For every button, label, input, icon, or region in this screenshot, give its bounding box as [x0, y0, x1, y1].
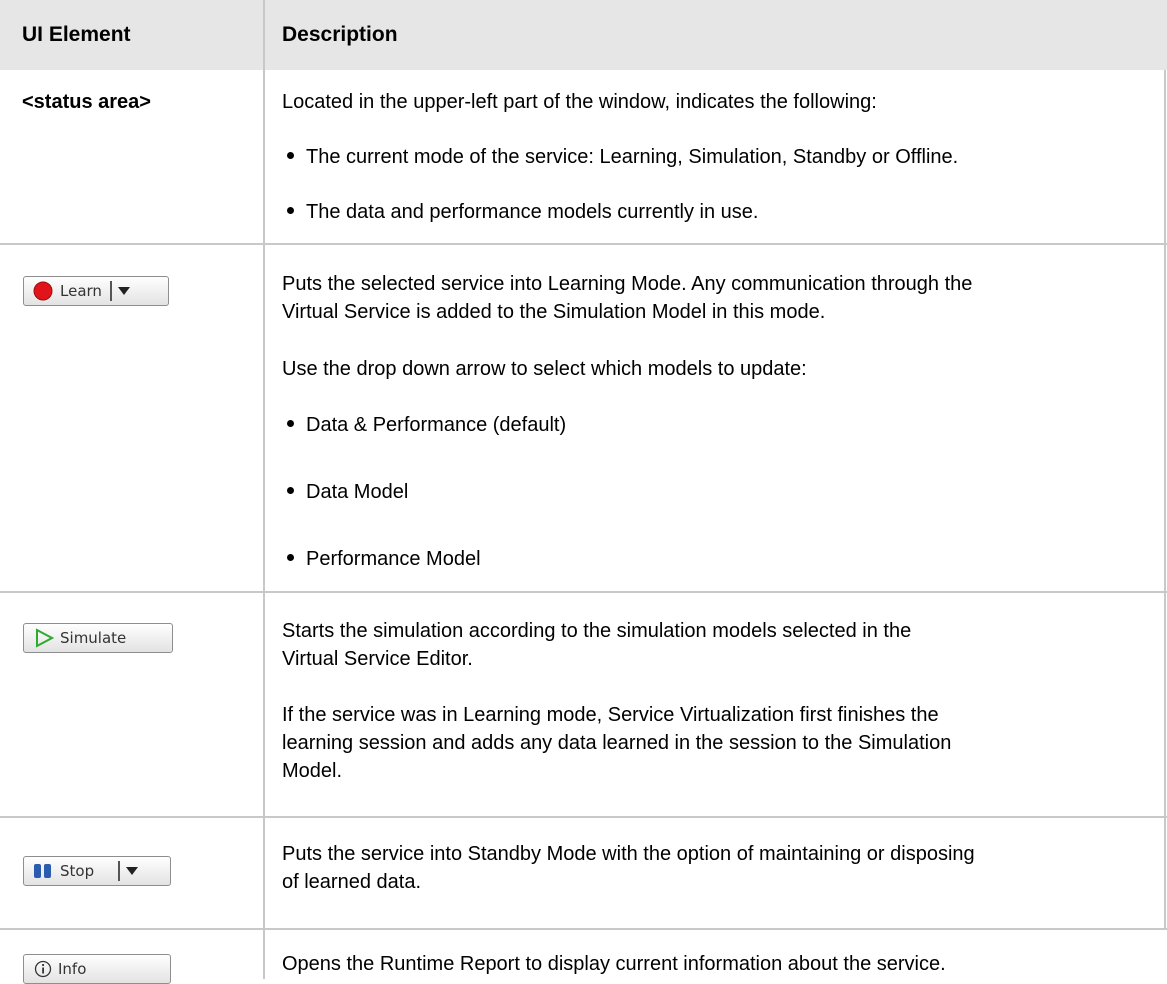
record-dot-icon	[33, 281, 53, 301]
simulate-button-label: Simulate	[60, 629, 127, 647]
chevron-down-icon[interactable]	[126, 867, 139, 875]
status-area-label: <status area>	[22, 91, 151, 113]
list-item: Data & Performance (default)	[282, 411, 566, 439]
info-icon	[34, 960, 52, 978]
simulate-description-line2: Virtual Service Editor.	[282, 648, 473, 670]
stop-button-label: Stop	[60, 862, 95, 880]
column-divider	[263, 0, 265, 979]
simulate-description-line1: Starts the simulation according to the s…	[282, 620, 912, 642]
simulate-description-line4: learning session and adds any data learn…	[282, 732, 952, 754]
simulate-description-line3: If the service was in Learning mode, Ser…	[282, 704, 939, 726]
learn-description-line2: Virtual Service is added to the Simulati…	[282, 301, 826, 323]
ui-element-table: UI Element Description <status area> Loc…	[0, 0, 1167, 984]
chevron-down-icon[interactable]	[117, 287, 130, 295]
list-item: The data and performance models currentl…	[282, 198, 758, 226]
stop-button[interactable]: Stop	[23, 856, 171, 886]
right-border	[1164, 70, 1166, 930]
play-icon	[36, 628, 54, 648]
row-divider	[0, 243, 1167, 245]
row-divider	[0, 591, 1167, 593]
header-ui-element: UI Element	[22, 23, 131, 46]
learn-description-line1: Puts the selected service into Learning …	[282, 273, 973, 295]
info-description: Opens the Runtime Report to display curr…	[282, 953, 946, 975]
learn-description-dropdown: Use the drop down arrow to select which …	[282, 358, 807, 380]
info-button-label: Info	[58, 960, 87, 978]
list-item: The current mode of the service: Learnin…	[282, 143, 958, 171]
simulate-button[interactable]: Simulate	[23, 623, 173, 653]
header-description: Description	[282, 23, 398, 46]
stop-description-line2: of learned data.	[282, 871, 421, 893]
table-header: UI Element Description	[0, 0, 1167, 70]
stop-description-line1: Puts the service into Standby Mode with …	[282, 843, 975, 865]
learn-button[interactable]: Learn	[23, 276, 169, 306]
row-divider	[0, 928, 1167, 930]
info-button[interactable]: Info	[23, 954, 171, 984]
learn-button-label: Learn	[60, 282, 102, 300]
list-item: Performance Model	[282, 545, 481, 573]
list-item: Data Model	[282, 478, 408, 506]
row-divider	[0, 816, 1167, 818]
pause-icon	[34, 864, 51, 878]
simulate-description-line5: Model.	[282, 760, 343, 782]
status-area-description: Located in the upper-left part of the wi…	[282, 91, 877, 113]
